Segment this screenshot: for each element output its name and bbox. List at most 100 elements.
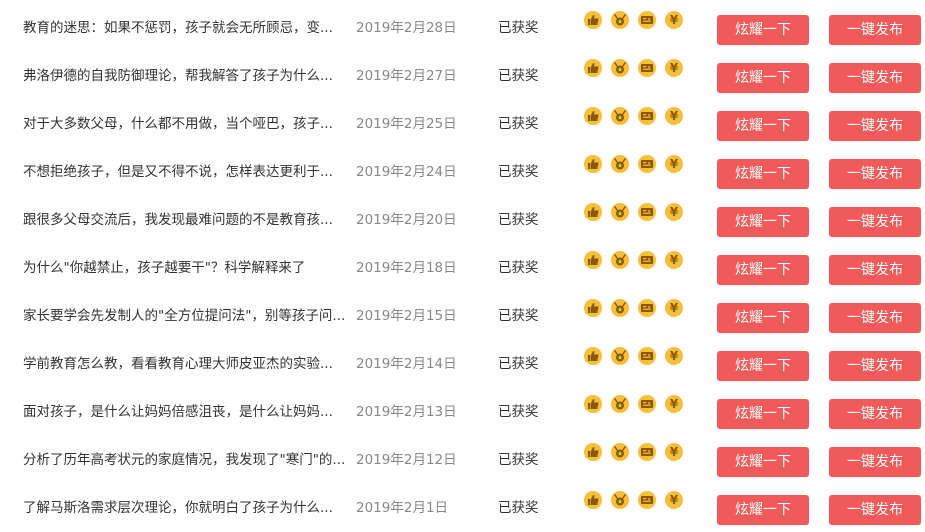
article-title[interactable]: 跟很多父母交流后，我发现最难问题的不是教育孩...	[23, 196, 349, 244]
article-title[interactable]: 不想拒绝孩子，但是又不得不说，怎样表达更利于...	[23, 148, 349, 196]
award-icons: ¥	[584, 395, 692, 415]
thumb-up-icon	[584, 491, 602, 509]
coupon-icon	[638, 203, 656, 221]
coupon-icon	[638, 395, 656, 413]
article-date: 2019年2月25日	[356, 116, 457, 132]
yen-symbol: ¥	[669, 205, 679, 219]
thumb-up-icon	[584, 203, 602, 221]
yen-symbol: ¥	[669, 349, 679, 363]
article-date: 2019年2月20日	[356, 212, 457, 228]
article-title[interactable]: 家长要学会先发制人的"全方位提问法"，别等孩子问...	[23, 292, 349, 340]
one-click-publish-button[interactable]: 一键发布	[829, 495, 921, 525]
show-off-button[interactable]: 炫耀一下	[717, 495, 809, 525]
list-item: 面对孩子，是什么让妈妈倍感沮丧，是什么让妈妈... 2019年2月13日 已获奖 ¥ 炫…	[0, 388, 925, 436]
medal-icon	[611, 347, 629, 365]
show-off-button[interactable]: 炫耀一下	[717, 111, 809, 141]
award-status: 已获奖	[498, 356, 539, 372]
yen-icon: ¥	[665, 443, 683, 461]
award-icons: ¥	[584, 347, 692, 367]
award-status: 已获奖	[498, 164, 539, 180]
article-title[interactable]: 为什么"你越禁止，孩子越要干"？科学解释来了	[23, 244, 349, 292]
medal-icon	[611, 107, 629, 125]
one-click-publish-button[interactable]: 一键发布	[829, 399, 921, 429]
one-click-publish-button[interactable]: 一键发布	[829, 303, 921, 333]
coupon-icon	[638, 443, 656, 461]
award-icons: ¥	[584, 251, 692, 271]
show-off-button[interactable]: 炫耀一下	[717, 255, 809, 285]
thumb-up-icon	[584, 59, 602, 77]
yen-symbol: ¥	[669, 397, 679, 411]
article-title[interactable]: 了解马斯洛需求层次理论，你就明白了孩子为什么...	[23, 484, 349, 532]
yen-icon: ¥	[665, 395, 683, 413]
coupon-icon	[638, 251, 656, 269]
thumb-up-icon	[584, 107, 602, 125]
article-title[interactable]: 对于大多数父母，什么都不用做，当个哑巴，孩子...	[23, 100, 349, 148]
award-icons: ¥	[584, 155, 692, 175]
one-click-publish-button[interactable]: 一键发布	[829, 15, 921, 45]
show-off-button[interactable]: 炫耀一下	[717, 63, 809, 93]
thumb-up-icon	[584, 347, 602, 365]
show-off-button[interactable]: 炫耀一下	[717, 399, 809, 429]
coupon-icon	[638, 299, 656, 317]
yen-symbol: ¥	[669, 445, 679, 459]
article-date: 2019年2月24日	[356, 164, 457, 180]
award-status: 已获奖	[498, 308, 539, 324]
award-status: 已获奖	[498, 452, 539, 468]
show-off-button[interactable]: 炫耀一下	[717, 159, 809, 189]
one-click-publish-button[interactable]: 一键发布	[829, 351, 921, 381]
article-title[interactable]: 学前教育怎么教，看看教育心理大师皮亚杰的实验...	[23, 340, 349, 388]
medal-icon	[611, 443, 629, 461]
article-title[interactable]: 教育的迷思：如果不惩罚，孩子就会无所顾忌，变...	[23, 4, 349, 52]
yen-icon: ¥	[665, 59, 683, 77]
award-status: 已获奖	[498, 260, 539, 276]
article-date: 2019年2月12日	[356, 452, 457, 468]
coupon-icon	[638, 107, 656, 125]
award-icons: ¥	[584, 443, 692, 463]
yen-icon: ¥	[665, 299, 683, 317]
thumb-up-icon	[584, 443, 602, 461]
list-item: 为什么"你越禁止，孩子越要干"？科学解释来了 2019年2月18日 已获奖 ¥ 炫耀一下…	[0, 244, 925, 292]
article-list: 教育的迷思：如果不惩罚，孩子就会无所顾忌，变... 2019年2月28日 已获奖 ¥ 炫…	[0, 0, 925, 525]
one-click-publish-button[interactable]: 一键发布	[829, 63, 921, 93]
award-icons: ¥	[584, 203, 692, 223]
yen-symbol: ¥	[669, 253, 679, 267]
coupon-icon	[638, 11, 656, 29]
article-title[interactable]: 分析了历年高考状元的家庭情况，我发现了"寒门"的...	[23, 436, 349, 484]
award-icons: ¥	[584, 491, 692, 511]
list-item: 教育的迷思：如果不惩罚，孩子就会无所顾忌，变... 2019年2月28日 已获奖 ¥ 炫…	[0, 4, 925, 52]
thumb-up-icon	[584, 395, 602, 413]
yen-symbol: ¥	[669, 13, 679, 27]
thumb-up-icon	[584, 251, 602, 269]
award-status: 已获奖	[498, 20, 539, 36]
one-click-publish-button[interactable]: 一键发布	[829, 255, 921, 285]
show-off-button[interactable]: 炫耀一下	[717, 447, 809, 477]
one-click-publish-button[interactable]: 一键发布	[829, 447, 921, 477]
medal-icon	[611, 251, 629, 269]
list-item: 不想拒绝孩子，但是又不得不说，怎样表达更利于... 2019年2月24日 已获奖 ¥ 炫…	[0, 148, 925, 196]
award-status: 已获奖	[498, 68, 539, 84]
list-item: 弗洛伊德的自我防御理论，帮我解答了孩子为什么... 2019年2月27日 已获奖 ¥ 炫…	[0, 52, 925, 100]
article-date: 2019年2月13日	[356, 404, 457, 420]
article-title[interactable]: 面对孩子，是什么让妈妈倍感沮丧，是什么让妈妈...	[23, 388, 349, 436]
yen-icon: ¥	[665, 347, 683, 365]
show-off-button[interactable]: 炫耀一下	[717, 351, 809, 381]
list-item: 分析了历年高考状元的家庭情况，我发现了"寒门"的... 2019年2月12日 已获奖…	[0, 436, 925, 484]
one-click-publish-button[interactable]: 一键发布	[829, 111, 921, 141]
yen-icon: ¥	[665, 491, 683, 509]
show-off-button[interactable]: 炫耀一下	[717, 303, 809, 333]
award-status: 已获奖	[498, 404, 539, 420]
one-click-publish-button[interactable]: 一键发布	[829, 159, 921, 189]
show-off-button[interactable]: 炫耀一下	[717, 15, 809, 45]
thumb-up-icon	[584, 155, 602, 173]
article-date: 2019年2月18日	[356, 260, 457, 276]
award-icons: ¥	[584, 59, 692, 79]
article-date: 2019年2月27日	[356, 68, 457, 84]
one-click-publish-button[interactable]: 一键发布	[829, 207, 921, 237]
article-title[interactable]: 弗洛伊德的自我防御理论，帮我解答了孩子为什么...	[23, 52, 349, 100]
coupon-icon	[638, 155, 656, 173]
list-item: 学前教育怎么教，看看教育心理大师皮亚杰的实验... 2019年2月14日 已获奖 ¥ 炫…	[0, 340, 925, 388]
thumb-up-icon	[584, 11, 602, 29]
list-item: 了解马斯洛需求层次理论，你就明白了孩子为什么... 2019年2月1日 已获奖 ¥ 炫耀…	[0, 484, 925, 532]
coupon-icon	[638, 347, 656, 365]
show-off-button[interactable]: 炫耀一下	[717, 207, 809, 237]
